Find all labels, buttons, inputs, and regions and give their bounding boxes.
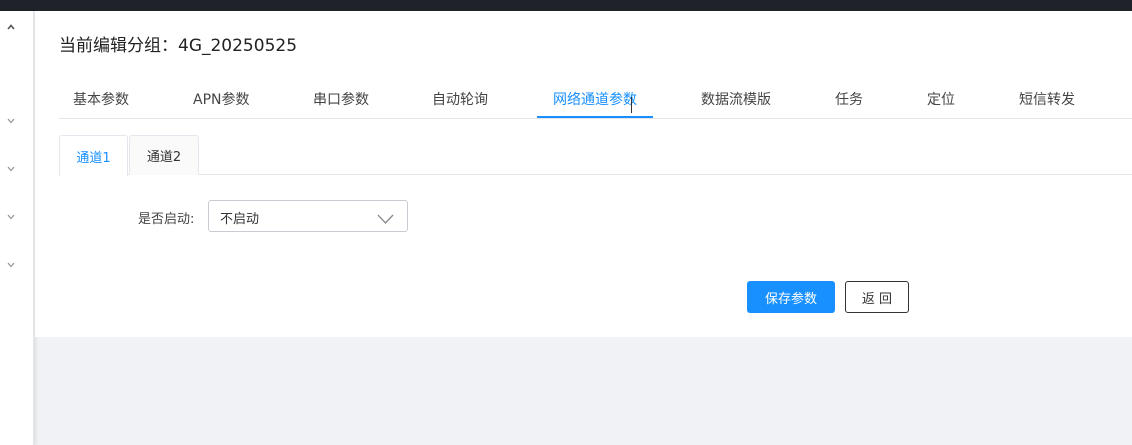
main-panel: 当前编辑分组：4G_20250525 基本参数 APN参数 串口参数 自动轮询 … [35, 11, 1132, 337]
tabs-divider [59, 118, 1132, 119]
page-title: 当前编辑分组：4G_20250525 [59, 31, 297, 56]
chevron-down-icon[interactable] [0, 114, 22, 128]
tab-sms-forward[interactable]: 短信转发 [1019, 89, 1075, 119]
enable-select[interactable]: 不启动 [208, 200, 408, 232]
tab-location[interactable]: 定位 [927, 89, 955, 119]
tab-basic-params[interactable]: 基本参数 [73, 89, 129, 119]
enable-label: 是否启动: [138, 212, 195, 227]
tab-auto-polling[interactable]: 自动轮询 [432, 89, 488, 119]
tab-serial-params[interactable]: 串口参数 [313, 89, 369, 119]
subtab-channel-2[interactable]: 通道2 [129, 135, 199, 175]
chevron-down-icon[interactable] [0, 210, 22, 224]
chevron-down-icon [377, 214, 394, 224]
save-params-button[interactable]: 保存参数 [747, 281, 835, 313]
top-bar [0, 0, 1132, 11]
subtabs-divider [59, 174, 1132, 175]
enable-select-value: 不启动 [220, 212, 260, 227]
back-button[interactable]: 返 回 [845, 281, 909, 313]
group-name: 4G_20250525 [178, 36, 298, 56]
active-tab-indicator [537, 116, 653, 118]
tab-apn-params[interactable]: APN参数 [193, 89, 250, 119]
subtab-channel-1[interactable]: 通道1 [59, 135, 128, 176]
page-title-prefix: 当前编辑分组： [59, 36, 178, 56]
chevron-down-icon[interactable] [0, 162, 22, 176]
chevron-down-icon[interactable] [0, 258, 22, 272]
tab-task[interactable]: 任务 [835, 89, 863, 119]
text-cursor [631, 97, 632, 113]
tab-network-channel-params[interactable]: 网络通道参数 [553, 89, 637, 119]
chevron-up-icon[interactable] [0, 20, 22, 34]
tab-data-stream-template[interactable]: 数据流模版 [701, 89, 771, 119]
sidebar [0, 11, 34, 445]
